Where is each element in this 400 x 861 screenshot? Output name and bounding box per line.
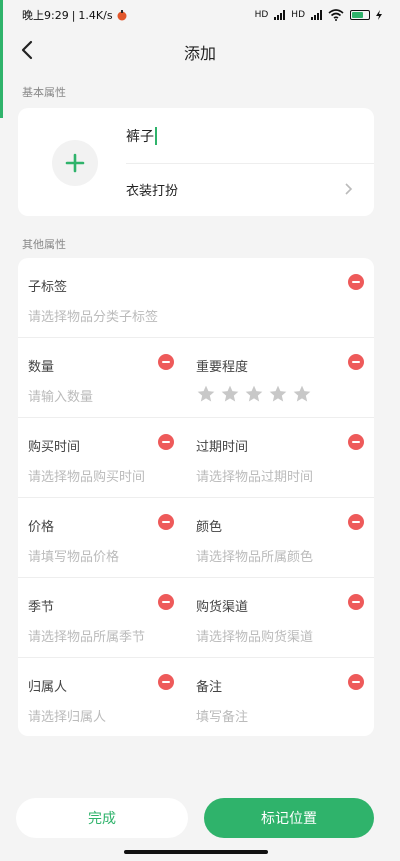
expire-time-placeholder: 请选择物品过期时间 bbox=[196, 470, 314, 485]
remove-quantity-icon[interactable] bbox=[158, 354, 174, 370]
text-cursor bbox=[155, 126, 157, 145]
remove-subtag-icon[interactable] bbox=[348, 274, 364, 290]
owner-label: 归属人 bbox=[28, 680, 68, 695]
status-net-speed: 1.4K/s bbox=[78, 8, 113, 22]
notification-app-icon bbox=[117, 10, 127, 21]
status-time: 晚上9:29 bbox=[22, 9, 69, 22]
remove-channel-icon[interactable] bbox=[348, 594, 364, 610]
channel-placeholder: 请选择物品购货渠道 bbox=[196, 630, 314, 645]
done-button[interactable]: 完成 bbox=[16, 798, 188, 838]
expire-time-label: 过期时间 bbox=[196, 440, 249, 455]
owner-placeholder: 请选择归属人 bbox=[28, 710, 107, 725]
network-type-1: HD bbox=[254, 10, 269, 20]
star-icon[interactable] bbox=[220, 384, 240, 404]
page-title: 添加 bbox=[183, 44, 216, 63]
subtag-row[interactable]: 子标签 请选择物品分类子标签 bbox=[18, 258, 374, 338]
purchase-time-label: 购买时间 bbox=[28, 440, 81, 455]
color-field[interactable]: 颜色 请选择物品所属颜色 bbox=[196, 498, 374, 577]
status-bar: 晚上9:29 | 1.4K/s HD HD 66 bbox=[0, 0, 400, 30]
remove-color-icon[interactable] bbox=[348, 514, 364, 530]
remove-owner-icon[interactable] bbox=[158, 674, 174, 690]
battery-icon bbox=[350, 10, 370, 20]
quantity-label: 数量 bbox=[28, 360, 55, 375]
charging-icon bbox=[376, 10, 382, 20]
price-color-row: 价格 请填写物品价格 颜色 请选择物品所属颜色 bbox=[18, 498, 374, 578]
category-value: 衣装打扮 bbox=[126, 183, 179, 199]
importance-star-rating[interactable] bbox=[196, 384, 312, 404]
season-placeholder: 请选择物品所属季节 bbox=[28, 630, 146, 645]
color-label: 颜色 bbox=[196, 520, 223, 535]
note-label: 备注 bbox=[196, 680, 223, 695]
remove-purchase-time-icon[interactable] bbox=[158, 434, 174, 450]
subtag-placeholder: 请选择物品分类子标签 bbox=[28, 310, 159, 325]
subtag-label: 子标签 bbox=[28, 280, 68, 295]
note-field[interactable]: 备注 填写备注 bbox=[196, 658, 374, 736]
purchase-time-field[interactable]: 购买时间 请选择物品购买时间 bbox=[18, 418, 196, 497]
quantity-importance-row: 数量 请输入数量 重要程度 bbox=[18, 338, 374, 418]
basic-attributes-card: 裤子 衣装打扮 bbox=[18, 108, 374, 216]
other-attributes-card: 子标签 请选择物品分类子标签 数量 请输入数量 重要程度 购买时间 请选择物品购… bbox=[18, 258, 374, 736]
color-placeholder: 请选择物品所属颜色 bbox=[196, 550, 314, 565]
nav-header: 添加 bbox=[0, 30, 400, 70]
time-row: 购买时间 请选择物品购买时间 过期时间 请选择物品过期时间 bbox=[18, 418, 374, 498]
purchase-time-placeholder: 请选择物品购买时间 bbox=[28, 470, 146, 485]
channel-field[interactable]: 购货渠道 请选择物品购货渠道 bbox=[196, 578, 374, 657]
remove-importance-icon[interactable] bbox=[348, 354, 364, 370]
star-icon[interactable] bbox=[196, 384, 216, 404]
star-icon[interactable] bbox=[292, 384, 312, 404]
chevron-right-icon bbox=[345, 183, 353, 195]
owner-note-row: 归属人 请选择归属人 备注 填写备注 bbox=[18, 658, 374, 736]
quantity-field[interactable]: 数量 请输入数量 bbox=[18, 338, 196, 417]
price-label: 价格 bbox=[28, 520, 55, 535]
star-icon[interactable] bbox=[244, 384, 264, 404]
category-selector[interactable]: 衣装打扮 bbox=[126, 164, 374, 214]
remove-price-icon[interactable] bbox=[158, 514, 174, 530]
importance-label: 重要程度 bbox=[196, 360, 249, 375]
signal-icon bbox=[274, 10, 286, 20]
channel-label: 购货渠道 bbox=[196, 600, 249, 615]
season-field[interactable]: 季节 请选择物品所属季节 bbox=[18, 578, 196, 657]
item-name-field[interactable]: 裤子 bbox=[126, 108, 374, 164]
item-name-value: 裤子 bbox=[126, 128, 154, 145]
price-field[interactable]: 价格 请填写物品价格 bbox=[18, 498, 196, 577]
other-section-title: 其他属性 bbox=[22, 238, 66, 251]
price-placeholder: 请填写物品价格 bbox=[28, 550, 120, 565]
importance-field: 重要程度 bbox=[196, 338, 374, 417]
add-photo-button[interactable] bbox=[52, 140, 98, 186]
owner-field[interactable]: 归属人 请选择归属人 bbox=[18, 658, 196, 736]
remove-season-icon[interactable] bbox=[158, 594, 174, 610]
remove-expire-time-icon[interactable] bbox=[348, 434, 364, 450]
wifi-icon bbox=[328, 9, 344, 21]
season-channel-row: 季节 请选择物品所属季节 购货渠道 请选择物品购货渠道 bbox=[18, 578, 374, 658]
note-placeholder: 填写备注 bbox=[196, 710, 249, 725]
mark-location-button[interactable]: 标记位置 bbox=[204, 798, 374, 838]
signal-icon-2 bbox=[311, 10, 322, 20]
season-label: 季节 bbox=[28, 600, 55, 615]
home-indicator[interactable] bbox=[124, 850, 268, 854]
plus-icon bbox=[65, 153, 85, 173]
star-icon[interactable] bbox=[268, 384, 288, 404]
network-type-2: HD bbox=[291, 10, 305, 20]
basic-section-title: 基本属性 bbox=[22, 86, 66, 99]
quantity-placeholder: 请输入数量 bbox=[28, 390, 94, 405]
remove-note-icon[interactable] bbox=[348, 674, 364, 690]
expire-time-field[interactable]: 过期时间 请选择物品过期时间 bbox=[196, 418, 374, 497]
